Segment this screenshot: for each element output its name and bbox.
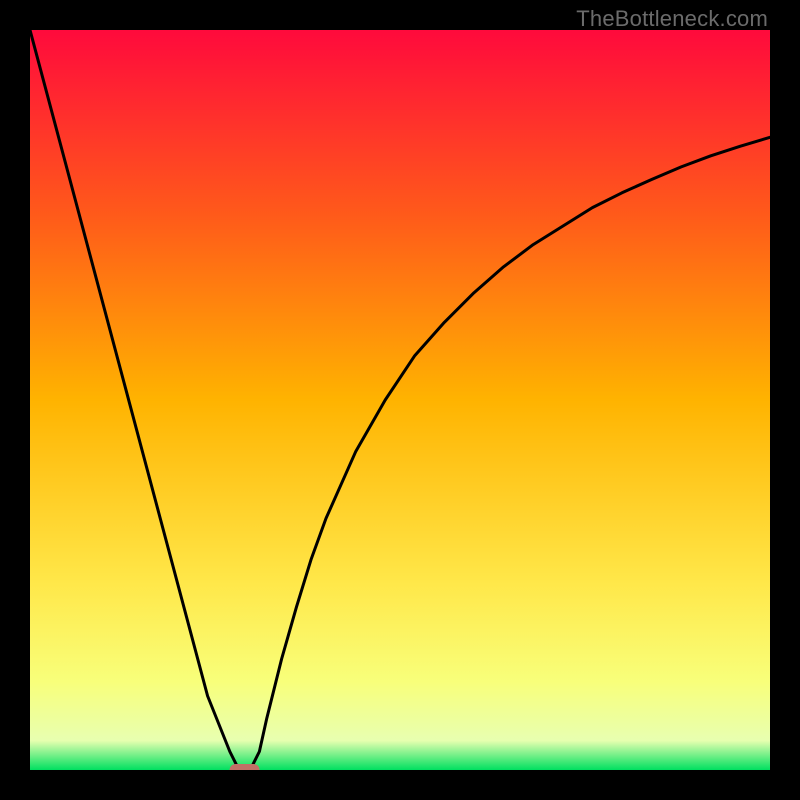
watermark-text: TheBottleneck.com — [576, 6, 768, 32]
chart-frame — [30, 30, 770, 770]
gradient-background — [30, 30, 770, 770]
bottleneck-chart — [30, 30, 770, 770]
minimum-marker — [230, 764, 260, 770]
